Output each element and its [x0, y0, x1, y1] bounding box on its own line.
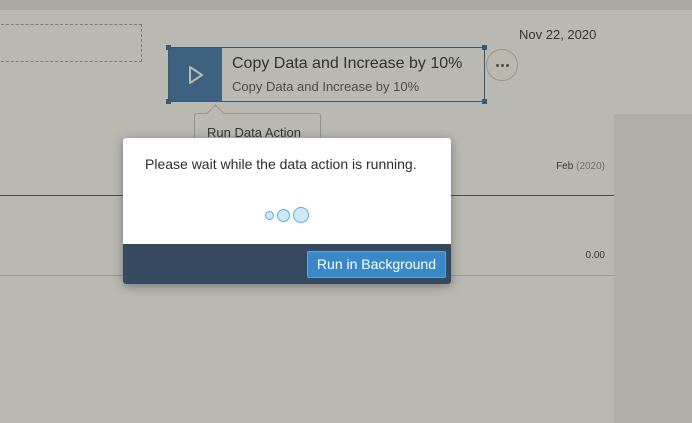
- busy-dot: [293, 207, 309, 223]
- busy-dot: [265, 210, 274, 220]
- dialog-footer: Run in Background: [123, 244, 451, 284]
- dialog-message: Please wait while the data action is run…: [145, 156, 417, 172]
- run-in-background-button[interactable]: Run in Background: [306, 251, 446, 278]
- progress-dialog: Please wait while the data action is run…: [123, 138, 451, 284]
- busy-indicator-icon: [123, 206, 451, 224]
- busy-dot: [277, 208, 290, 222]
